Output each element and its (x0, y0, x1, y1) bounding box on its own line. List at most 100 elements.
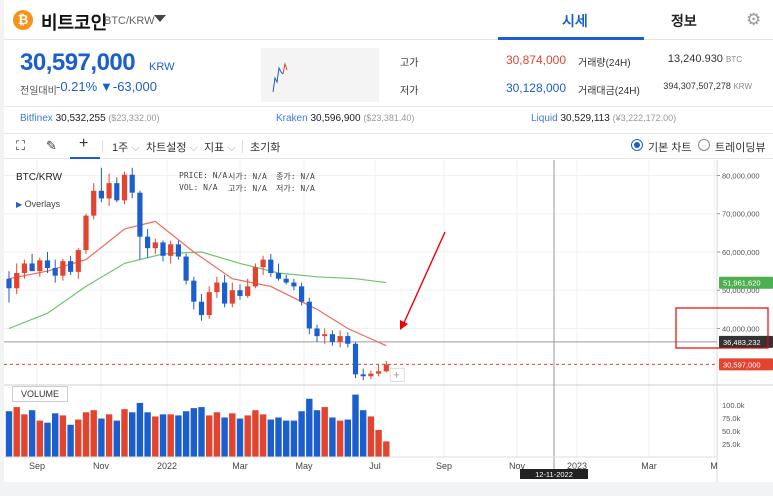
turnover-stat: 394,307,507,278 KRW (592, 81, 752, 91)
candle-body (214, 282, 220, 293)
candle-body (37, 260, 43, 272)
candle-body (275, 273, 282, 279)
volume-bar (113, 420, 120, 457)
basic-chart-label[interactable]: 기본 차트 (648, 139, 692, 155)
sparkline-line-up (282, 62, 288, 75)
candle-body (152, 242, 158, 249)
ohlc-label: 고가: (228, 184, 248, 193)
bitcoin-icon: ₿ (13, 10, 33, 30)
crosshair-icon[interactable]: + (79, 135, 88, 153)
volume-bar (198, 407, 205, 457)
volume-bar (36, 420, 43, 457)
y-tick-label: 60,000,000 (722, 248, 760, 257)
change-percent: -0.21% (56, 79, 98, 94)
ohlc-high: 고가: N/A (228, 183, 267, 194)
overlays-toggle[interactable]: ▶ Overlays (16, 199, 60, 209)
tab-info[interactable]: 정보 (671, 11, 697, 31)
sparkline (261, 48, 379, 102)
volume-bar (5, 411, 13, 457)
volume-bar (259, 414, 267, 457)
volume-bar (144, 412, 151, 457)
volume-bar (313, 410, 321, 457)
chart-canvas[interactable]: +80,000,00070,000,00060,000,00050,000,00… (4, 160, 773, 482)
exchange-name: Bitfinex (20, 113, 53, 124)
x-tick-label: Jul (369, 461, 381, 471)
exchange-prices: Bitfinex 30,532,255 ($23,332.00) Kraken … (4, 108, 773, 130)
chevron-down-icon: ⌵ (189, 142, 198, 154)
volume-bar (190, 408, 197, 457)
app-frame: ₿ 비트코인 BTC/KRW 시세 정보 ⚙ 30,597,000 KRW 전일… (4, 0, 773, 482)
indicators-menu[interactable]: 지표 ⌵ (204, 139, 236, 155)
tab-market[interactable]: 시세 (562, 11, 588, 31)
exchange-usd: ($23,381.40) (363, 113, 415, 123)
candle-body (383, 364, 389, 372)
volume-bar (375, 429, 382, 457)
volume-bar (244, 415, 251, 457)
interval-select[interactable]: 1주 ⌵ (112, 139, 140, 155)
volume-bar (136, 402, 144, 457)
pencil-icon[interactable]: ✎ (46, 138, 57, 154)
candle-body (21, 263, 27, 273)
price-chart[interactable]: +80,000,000 70,000,000 60,000,000 50,000,00… (4, 160, 773, 482)
x-tick-label: Mar (232, 461, 248, 471)
ohlc-label: 저가: (276, 184, 296, 193)
candle-body (191, 280, 197, 302)
reset-button[interactable]: 초기화 (250, 139, 280, 155)
price-unit: KRW (149, 61, 175, 73)
x-tick-label: Sep (436, 461, 452, 471)
ohlc-value: N/A (212, 171, 228, 180)
volume-bar (121, 409, 128, 457)
ohlc-low: 저가: N/A (276, 183, 315, 194)
candle-body (337, 336, 343, 342)
fullscreen-icon[interactable]: ⛶ (16, 138, 25, 154)
candle-body (198, 301, 205, 316)
active-tab-indicator (498, 37, 644, 40)
chevron-down-icon[interactable] (154, 15, 166, 22)
candle-body (283, 278, 289, 283)
candle-body (14, 273, 20, 289)
current-price: 30,597,000 (20, 49, 136, 76)
chart-settings-label: 차트설정 (146, 142, 187, 154)
candle-body (106, 183, 112, 199)
tradingview-label[interactable]: 트레이딩뷰 (715, 139, 766, 155)
volume-bar (383, 441, 390, 457)
coin-name[interactable]: 비트코인 (41, 9, 107, 35)
volume-value: 13,240.930 (667, 53, 723, 65)
y-tick-label: 80,000,000 (722, 171, 760, 180)
volume-bar (105, 414, 113, 457)
ma-value-tag: 51,961,620 (723, 279, 761, 288)
volume-bar (52, 413, 59, 457)
volume-bar (159, 414, 167, 457)
ohlc-label: 시가: (228, 172, 248, 181)
ohlc-value: N/A (252, 172, 267, 181)
chart-settings-menu[interactable]: 차트설정 ⌵ (146, 139, 198, 155)
gear-icon[interactable]: ⚙ (746, 10, 761, 30)
basic-chart-radio[interactable] (631, 139, 643, 151)
candle-body (52, 268, 58, 276)
tradingview-radio[interactable] (698, 139, 710, 151)
volume-bar (221, 417, 228, 457)
candle-body (160, 242, 166, 256)
volume-bar (67, 424, 74, 457)
add-order-icon: + (393, 369, 399, 381)
header-bar: ₿ 비트코인 BTC/KRW 시세 정보 ⚙ (4, 0, 773, 40)
volume-bar (267, 419, 274, 457)
exchange-price: 30,596,900 (310, 113, 361, 124)
chevron-down-icon: ⌵ (131, 142, 140, 154)
x-tick-label: Sep (29, 461, 45, 471)
candle-body (376, 371, 382, 374)
volume-bar (252, 410, 259, 457)
candle-body (237, 290, 243, 296)
candle-body (229, 290, 235, 304)
x-tick-label: Mar (641, 461, 657, 471)
low-value: 30,128,000 (505, 81, 566, 95)
crosshair-date-label: 12-11-2022 (535, 470, 573, 479)
volume-bar (298, 411, 305, 457)
coin-pair[interactable]: BTC/KRW (104, 15, 155, 27)
candle-body (145, 236, 151, 249)
exchange-name: Kraken (276, 113, 308, 124)
volume-bar (290, 420, 298, 457)
candle-body (314, 328, 320, 337)
exchange-usd: ($23,332.00) (108, 113, 160, 123)
volume-bar (98, 418, 105, 457)
